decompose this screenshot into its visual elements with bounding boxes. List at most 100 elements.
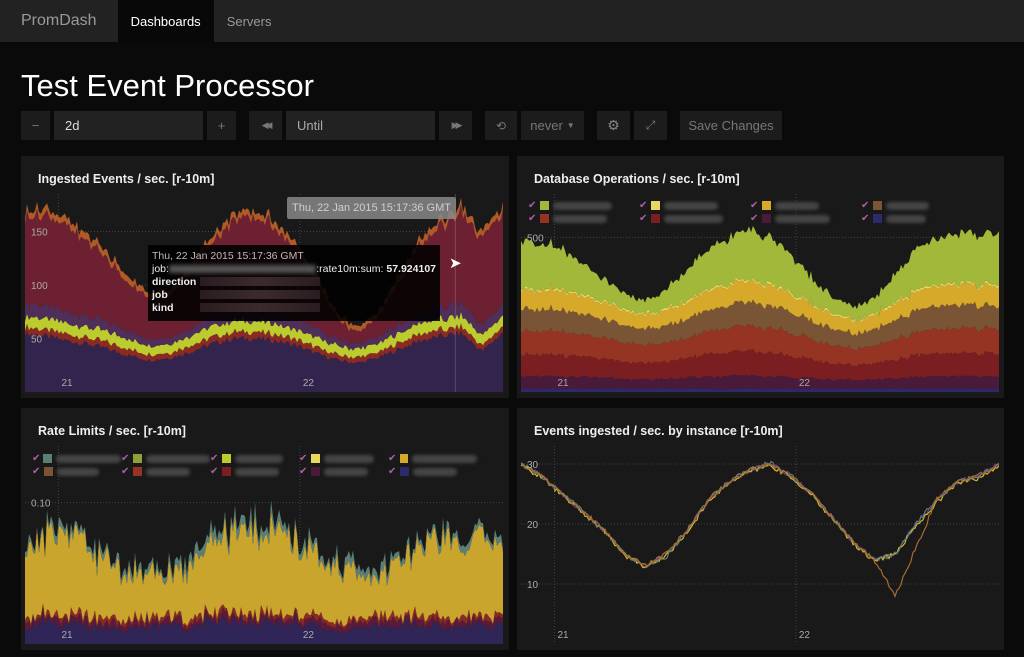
legend-label-redacted bbox=[324, 454, 374, 463]
tooltip-label-row: direction bbox=[152, 275, 436, 288]
legend-label-redacted bbox=[57, 467, 100, 476]
refresh-interval-dropdown[interactable]: never ▼ bbox=[521, 111, 584, 140]
toolbar: − 2d + ◀◀ Until ▶▶ ⟲ never ▼ ⚙ ⤢ Save Ch… bbox=[21, 111, 782, 140]
check-icon[interactable]: ✔ bbox=[32, 453, 43, 464]
chart-events-by-instance[interactable]: 10 20 30 21 22 bbox=[521, 446, 999, 644]
legend-item[interactable]: ✔ bbox=[299, 453, 388, 464]
nav-servers[interactable]: Servers bbox=[214, 0, 285, 42]
check-icon[interactable]: ✔ bbox=[121, 466, 133, 477]
chart-svg: 10 20 30 21 22 bbox=[521, 446, 999, 644]
check-icon[interactable]: ✔ bbox=[388, 466, 400, 477]
line-series-1 bbox=[521, 462, 999, 569]
save-changes-button[interactable]: Save Changes bbox=[680, 111, 782, 140]
check-icon[interactable]: ✔ bbox=[528, 213, 540, 224]
legend-label-redacted bbox=[664, 201, 719, 210]
legend-swatch bbox=[43, 454, 52, 463]
legend-item[interactable]: ✔ bbox=[32, 453, 122, 464]
tooltip-label-name: kind bbox=[152, 301, 174, 314]
legend-item[interactable]: ✔ bbox=[750, 200, 861, 211]
check-icon[interactable]: ✔ bbox=[210, 453, 222, 464]
check-icon[interactable]: ✔ bbox=[861, 200, 873, 211]
legend-item[interactable]: ✔ bbox=[528, 213, 639, 224]
y-tick-label: 100 bbox=[31, 281, 48, 292]
legend-swatch bbox=[873, 201, 882, 210]
legend-item[interactable]: ✔ bbox=[528, 200, 639, 211]
legend-item[interactable]: ✔ bbox=[861, 200, 972, 211]
back-button[interactable]: ◀◀ bbox=[249, 111, 282, 140]
check-icon[interactable]: ✔ bbox=[388, 453, 400, 464]
check-icon[interactable]: ✔ bbox=[750, 213, 762, 224]
legend-item[interactable]: ✔ bbox=[299, 466, 388, 477]
legend-swatch bbox=[44, 467, 53, 476]
legend-swatch bbox=[651, 201, 660, 210]
x-tick-label: 22 bbox=[303, 378, 315, 389]
legend-swatch bbox=[311, 454, 320, 463]
panel-ingested-events: Ingested Events / sec. [r-10m] 50 100 150 2… bbox=[21, 156, 509, 398]
legend-item[interactable]: ✔ bbox=[861, 213, 972, 224]
settings-button[interactable]: ⚙ bbox=[597, 111, 630, 140]
tooltip-metric-prefix: job: bbox=[152, 262, 169, 275]
check-icon[interactable]: ✔ bbox=[639, 200, 651, 211]
x-tick-label: 21 bbox=[61, 630, 73, 641]
fullscreen-icon: ⤢ bbox=[645, 118, 656, 132]
check-icon[interactable]: ✔ bbox=[32, 466, 44, 477]
tooltip-label-value-redacted bbox=[200, 277, 320, 286]
legend-swatch bbox=[762, 214, 771, 223]
nav-dashboards[interactable]: Dashboards bbox=[117, 0, 214, 42]
refresh-button[interactable]: ⟲ bbox=[485, 111, 517, 140]
legend-swatch bbox=[873, 214, 882, 223]
legend-item[interactable]: ✔ bbox=[121, 466, 210, 477]
check-icon[interactable]: ✔ bbox=[639, 213, 651, 224]
x-tick-label: 22 bbox=[303, 630, 315, 641]
caret-down-icon: ▼ bbox=[566, 121, 575, 130]
check-icon[interactable]: ✔ bbox=[528, 200, 540, 211]
refresh-icon: ⟲ bbox=[495, 118, 507, 133]
check-icon[interactable]: ✔ bbox=[861, 213, 873, 224]
y-tick-label: 0.10 bbox=[31, 499, 51, 510]
x-tick-label: 21 bbox=[61, 378, 73, 389]
tooltip-metric: job: :rate10m:sum: 57.924107 bbox=[152, 262, 436, 275]
legend-swatch bbox=[540, 201, 549, 210]
navbar: PromDash Dashboards Servers bbox=[0, 0, 1024, 42]
legend-item[interactable]: ✔ bbox=[639, 213, 750, 224]
line-series-2 bbox=[521, 463, 999, 569]
legend-item[interactable]: ✔ bbox=[32, 466, 121, 477]
tooltip-label-name: job bbox=[152, 288, 168, 301]
legend-label-redacted bbox=[235, 467, 279, 476]
legend-swatch bbox=[133, 467, 142, 476]
x-tick-label: 22 bbox=[799, 630, 811, 641]
check-icon[interactable]: ✔ bbox=[121, 453, 133, 464]
hover-value-tooltip: Thu, 22 Jan 2015 15:17:36 GMT job: :rate… bbox=[148, 245, 440, 321]
check-icon[interactable]: ✔ bbox=[750, 200, 762, 211]
fullscreen-button[interactable]: ⤢ bbox=[634, 111, 667, 140]
check-icon[interactable]: ✔ bbox=[299, 466, 311, 477]
legend-label-redacted bbox=[886, 214, 927, 223]
legend-label-redacted bbox=[146, 467, 191, 476]
tooltip-label-value-redacted bbox=[200, 303, 320, 312]
until-input[interactable]: Until bbox=[286, 111, 435, 140]
chart-legend: ✔ ✔ ✔ ✔ ✔ ✔ ✔ ✔ ✔ ✔ bbox=[32, 453, 477, 477]
panel-title: Database Operations / sec. [r-10m] bbox=[534, 172, 740, 186]
check-icon[interactable]: ✔ bbox=[299, 453, 311, 464]
legend-label-redacted bbox=[775, 214, 831, 223]
legend-item[interactable]: ✔ bbox=[210, 466, 299, 477]
check-icon[interactable]: ✔ bbox=[210, 466, 222, 477]
legend-item[interactable]: ✔ bbox=[388, 453, 477, 464]
legend-item[interactable]: ✔ bbox=[210, 453, 299, 464]
range-increase-button[interactable]: + bbox=[207, 111, 236, 140]
legend-swatch bbox=[222, 467, 231, 476]
tooltip-label-row: kind bbox=[152, 301, 436, 314]
panel-rate-limits: Rate Limits / sec. [r-10m] 0.10 21 22 ✔ ✔ ✔ ✔… bbox=[21, 408, 509, 650]
brand-logo[interactable]: PromDash bbox=[0, 0, 118, 42]
range-decrease-button[interactable]: − bbox=[21, 111, 50, 140]
range-input[interactable]: 2d bbox=[54, 111, 203, 140]
legend-item[interactable]: ✔ bbox=[639, 200, 750, 211]
forward-button[interactable]: ▶▶ bbox=[439, 111, 472, 140]
legend-item[interactable]: ✔ bbox=[750, 213, 861, 224]
x-tick-label: 22 bbox=[799, 378, 811, 389]
legend-item[interactable]: ✔ bbox=[121, 453, 210, 464]
hover-time-tooltip: Thu, 22 Jan 2015 15:17:36 GMT bbox=[287, 197, 456, 219]
tooltip-metric-suffix: :rate10m:sum: bbox=[316, 262, 384, 275]
tooltip-label-name: direction bbox=[152, 275, 197, 288]
legend-item[interactable]: ✔ bbox=[388, 466, 477, 477]
